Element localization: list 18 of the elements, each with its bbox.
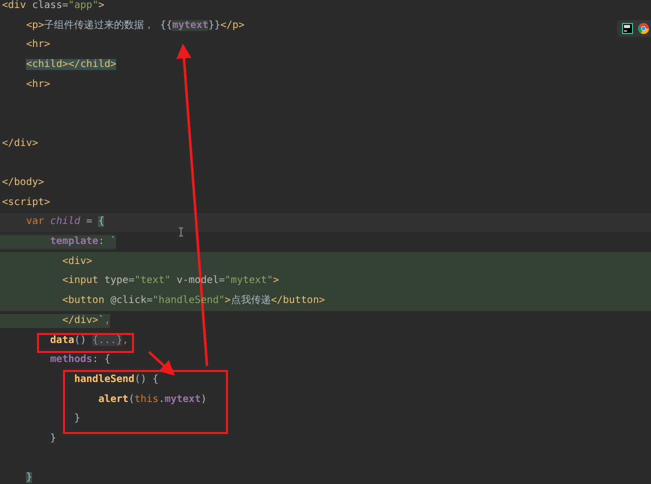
browser-icon[interactable] [638, 23, 649, 34]
code-line: data() {...}, [49, 334, 128, 348]
code-line: </div> [1, 136, 38, 151]
code-line: alert(this.mytext) [97, 392, 207, 407]
code-line: <hr> [25, 38, 50, 52]
code-line: <hr> [25, 78, 50, 92]
code-line: var child = { [25, 215, 104, 230]
text-cursor-icon [178, 228, 184, 236]
code-line: methods: { [49, 353, 110, 368]
code-line: } [73, 412, 80, 426]
code-line: handleSend() { [73, 372, 159, 387]
editor-app-icon[interactable] [622, 23, 633, 34]
code-line: <div class="app"> [1, 0, 104, 13]
code-line: <p>子组件传递过来的数据， {{mytext}}</p> [25, 18, 244, 33]
code-line: } [49, 432, 56, 446]
code-line: </body> [1, 176, 44, 190]
code-line: <script> [1, 196, 50, 210]
code-line: <div> [61, 254, 92, 269]
